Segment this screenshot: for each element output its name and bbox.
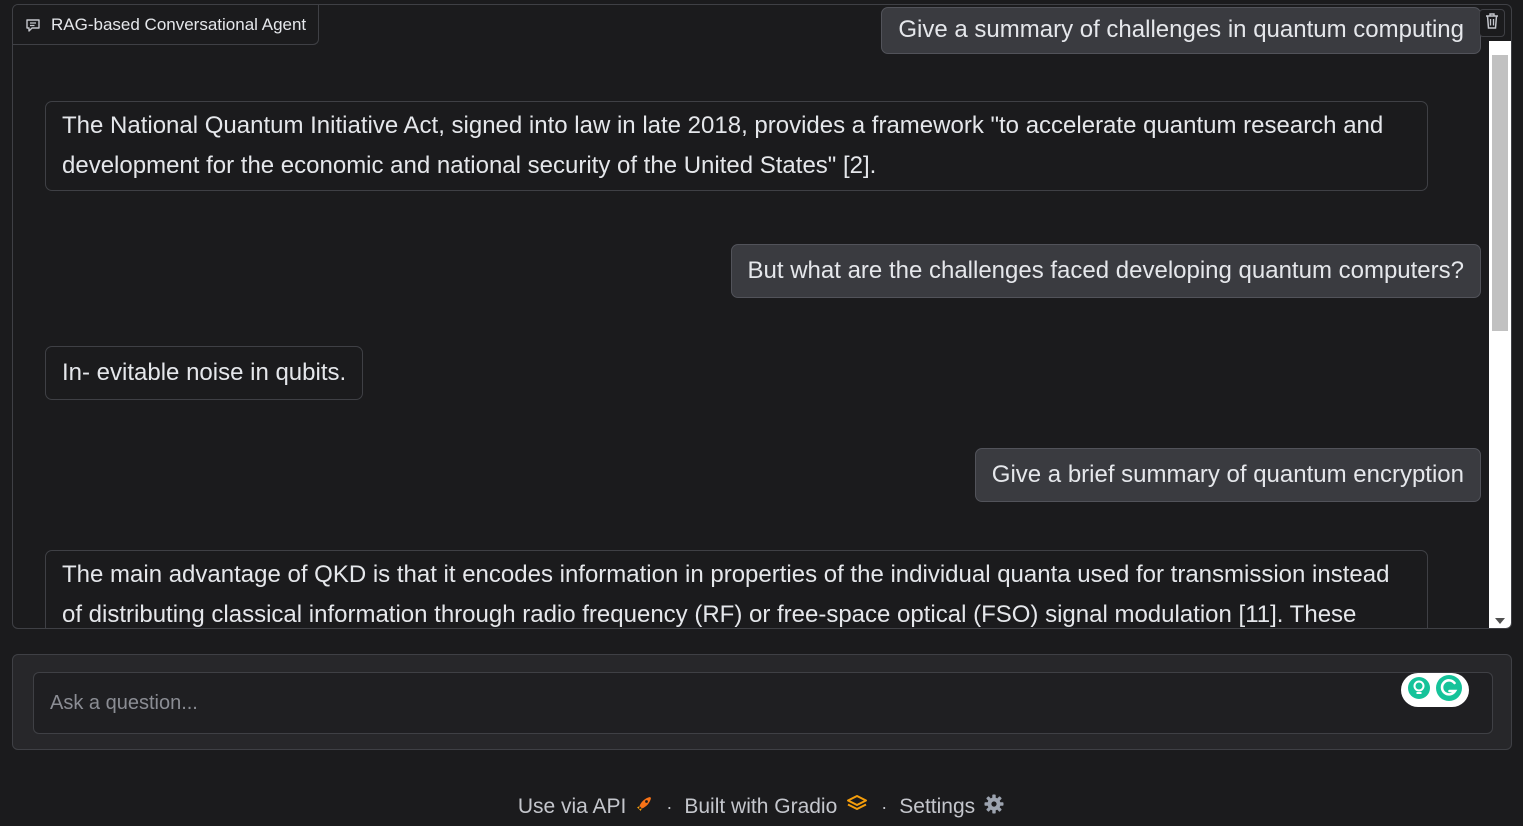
use-via-api-link[interactable]: Use via API: [518, 794, 655, 820]
footer-separator: ·: [666, 796, 673, 817]
input-panel: [12, 654, 1512, 750]
chat-scrollbar[interactable]: [1489, 41, 1511, 628]
grammarly-icon[interactable]: [1435, 674, 1463, 707]
user-message: Give a brief summary of quantum encrypti…: [974, 448, 1481, 502]
chatbot-label-text: RAG-based Conversational Agent: [51, 14, 307, 34]
footer: Use via API · Built with Gradio · Settin…: [0, 790, 1523, 824]
use-via-api-label: Use via API: [517, 795, 627, 818]
built-with-gradio-link[interactable]: Built with Gradio: [684, 794, 869, 820]
rocket-icon: [634, 794, 654, 820]
trash-icon: [1484, 12, 1500, 35]
chat-bubble-icon: [25, 17, 41, 33]
message-list: Give a summary of challenges in quantum …: [13, 5, 1489, 628]
gradio-logo-icon: [845, 794, 869, 820]
grammarly-widget[interactable]: [1401, 673, 1469, 707]
gear-icon: [983, 793, 1005, 821]
lightbulb-icon[interactable]: [1407, 676, 1431, 705]
question-input[interactable]: [33, 672, 1493, 734]
chatbot-label: RAG-based Conversational Agent: [13, 5, 320, 45]
clear-chat-button[interactable]: [1479, 9, 1505, 37]
bot-message: In- evitable noise in qubits.: [45, 346, 364, 400]
footer-separator: ·: [881, 796, 888, 817]
bot-message: The main advantage of QKD is that it enc…: [45, 550, 1428, 628]
user-message: Give a summary of challenges in quantum …: [881, 7, 1481, 54]
settings-link[interactable]: Settings: [899, 793, 1005, 821]
settings-label: Settings: [899, 795, 976, 818]
built-with-gradio-label: Built with Gradio: [684, 795, 838, 818]
scroll-down-arrow-icon[interactable]: [1495, 618, 1505, 624]
user-message: But what are the challenges faced develo…: [730, 244, 1481, 298]
bot-message: The National Quantum Initiative Act, sig…: [45, 101, 1428, 191]
scrollbar-thumb[interactable]: [1492, 55, 1508, 331]
chatbot-panel: RAG-based Conversational Agent Give a su…: [12, 4, 1512, 629]
